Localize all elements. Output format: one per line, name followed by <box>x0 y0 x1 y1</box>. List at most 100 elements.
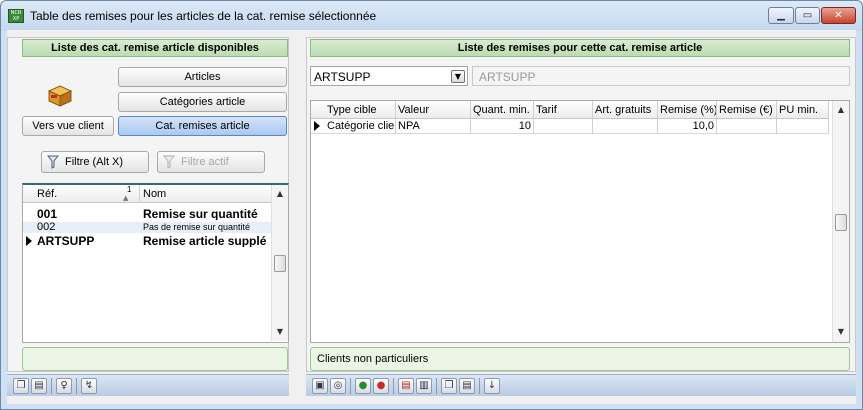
funnel-icon <box>47 155 59 169</box>
toolbar-separator <box>436 378 437 394</box>
active-filter-label: Filtre actif <box>181 156 229 168</box>
column-divider <box>657 101 658 119</box>
column-header-ref[interactable]: Réf. <box>37 188 57 200</box>
cat-remises-article-button[interactable]: Cat. remises article <box>118 116 287 136</box>
left-panel-header: Liste des cat. remise article disponible… <box>22 39 288 57</box>
minimize-icon: ▁ <box>777 10 785 21</box>
package-icon <box>47 85 73 107</box>
sort-order-indicator: 1 <box>127 185 132 194</box>
category-readonly-field: ARTSUPP <box>472 66 850 86</box>
column-divider <box>776 119 777 134</box>
cell-quant-min: 10 <box>518 120 531 132</box>
column-divider <box>470 101 471 119</box>
column-header-nom[interactable]: Nom <box>143 188 166 200</box>
list-item[interactable]: 001 Remise sur quantité <box>23 208 271 220</box>
list-item-ref: ARTSUPP <box>37 234 95 248</box>
column-header-remise-eur[interactable]: Remise (€) <box>719 104 773 116</box>
app-icon-text-bottom: XP <box>12 16 20 22</box>
column-divider <box>139 185 140 203</box>
toolbar-separator <box>76 378 77 394</box>
toolbar-separator <box>479 378 480 394</box>
sort-ascending-icon: ▲ <box>123 194 129 202</box>
column-divider <box>533 101 534 119</box>
category-list-header: Réf. 1 ▲ Nom <box>23 185 271 203</box>
scroll-up-icon[interactable]: ▲ <box>272 189 288 198</box>
scroll-thumb[interactable] <box>835 214 847 231</box>
save-icon[interactable]: ▣ <box>312 378 328 394</box>
left-status-box <box>22 347 288 371</box>
column-divider <box>592 119 593 134</box>
paste-icon[interactable]: ▤ <box>31 378 47 394</box>
filter-button-label: Filtre (Alt X) <box>65 156 124 168</box>
paste-icon[interactable]: ▤ <box>459 378 475 394</box>
copy-icon[interactable]: ❐ <box>441 378 457 394</box>
add-icon[interactable]: ● <box>355 378 371 394</box>
toolbar-separator <box>51 378 52 394</box>
list-item[interactable]: 002 Pas de remise sur quantité <box>23 222 271 233</box>
list-item-ref: 002 <box>37 221 56 233</box>
articles-button[interactable]: Articles <box>118 67 287 87</box>
column-divider <box>776 101 777 119</box>
pin-icon[interactable]: ♀ <box>56 378 72 394</box>
scroll-thumb[interactable] <box>274 255 286 272</box>
funnel-active-icon <box>163 155 175 169</box>
maximize-icon: ▭ <box>802 10 813 21</box>
list-item-name: Pas de remise sur quantité <box>143 222 251 232</box>
right-panel-header: Liste des remises pour cette cat. remise… <box>310 39 850 57</box>
column-header-pu-min[interactable]: PU min. <box>779 104 818 116</box>
category-list-grid[interactable]: Réf. 1 ▲ Nom 001 Remise sur quantité 002… <box>22 183 289 343</box>
list-item-name: Remise article supplémentaire <box>143 235 267 247</box>
close-button[interactable]: ✕ <box>821 7 856 24</box>
current-row-pointer-icon <box>314 121 320 131</box>
app-icon: NCR XP <box>8 9 24 23</box>
column-header-quant-min[interactable]: Quant. min. <box>473 104 530 116</box>
scroll-down-icon[interactable]: ▼ <box>833 327 849 336</box>
column-header-remise-pct[interactable]: Remise (%) <box>660 104 717 116</box>
scroll-down-icon[interactable]: ▼ <box>272 327 288 336</box>
maximize-button[interactable]: ▭ <box>795 7 820 24</box>
column-header-tarif[interactable]: Tarif <box>536 104 557 116</box>
column-header-valeur[interactable]: Valeur <box>398 104 429 116</box>
column-divider <box>716 101 717 119</box>
close-icon: ✕ <box>834 10 843 21</box>
minimize-button[interactable]: ▁ <box>768 7 794 24</box>
column-divider <box>592 101 593 119</box>
list-icon[interactable]: ▥ <box>416 378 432 394</box>
chevron-down-icon[interactable]: ▼ <box>451 70 465 83</box>
vertical-scrollbar[interactable]: ▲ ▼ <box>271 185 288 341</box>
discount-grid-header: Type cible Valeur Quant. min. Tarif Art.… <box>311 101 829 119</box>
column-divider <box>657 119 658 134</box>
pin-icon[interactable]: ↓ <box>484 378 500 394</box>
category-readonly-value: ARTSUPP <box>479 70 536 84</box>
refresh-icon[interactable]: ◎ <box>330 378 346 394</box>
cell-remise-pct: 10,0 <box>692 120 714 132</box>
copy-icon[interactable]: ❐ <box>13 378 29 394</box>
list-item[interactable]: ARTSUPP Remise article supplémentaire <box>23 235 271 247</box>
column-header-type-cible[interactable]: Type cible <box>327 104 377 116</box>
delete-icon[interactable]: ● <box>373 378 389 394</box>
column-divider <box>716 119 717 134</box>
scroll-up-icon[interactable]: ▲ <box>833 105 849 114</box>
filter-button[interactable]: Filtre (Alt X) <box>41 151 149 173</box>
category-select-value: ARTSUPP <box>314 70 371 84</box>
categories-article-button[interactable]: Catégories article <box>118 92 287 112</box>
cell-valeur: NPA <box>398 120 420 132</box>
vertical-scrollbar[interactable]: ▲ ▼ <box>832 101 849 342</box>
list-item-name: Remise sur quantité <box>143 208 258 220</box>
window-title: Table des remises pour les articles de l… <box>30 9 377 23</box>
column-header-art-gratuits[interactable]: Art. gratuits <box>595 104 651 116</box>
column-divider <box>395 119 396 134</box>
vers-vue-client-button[interactable]: Vers vue client <box>22 116 114 136</box>
column-divider <box>470 119 471 134</box>
link-icon[interactable]: ↯ <box>81 378 97 394</box>
discount-grid[interactable]: Type cible Valeur Quant. min. Tarif Art.… <box>310 100 850 343</box>
active-filter-button[interactable]: Filtre actif <box>157 151 265 173</box>
table-row[interactable]: Catégorie client NPA 10 10,0 <box>311 119 829 134</box>
toolbar-separator <box>393 378 394 394</box>
report-icon[interactable]: ▤ <box>398 378 414 394</box>
column-divider <box>828 119 829 134</box>
category-select[interactable]: ARTSUPP ▼ <box>310 66 468 86</box>
right-status-text: Clients non particuliers <box>317 353 429 365</box>
column-divider <box>828 101 829 119</box>
title-bar[interactable]: NCR XP Table des remises pour les articl… <box>1 1 862 31</box>
